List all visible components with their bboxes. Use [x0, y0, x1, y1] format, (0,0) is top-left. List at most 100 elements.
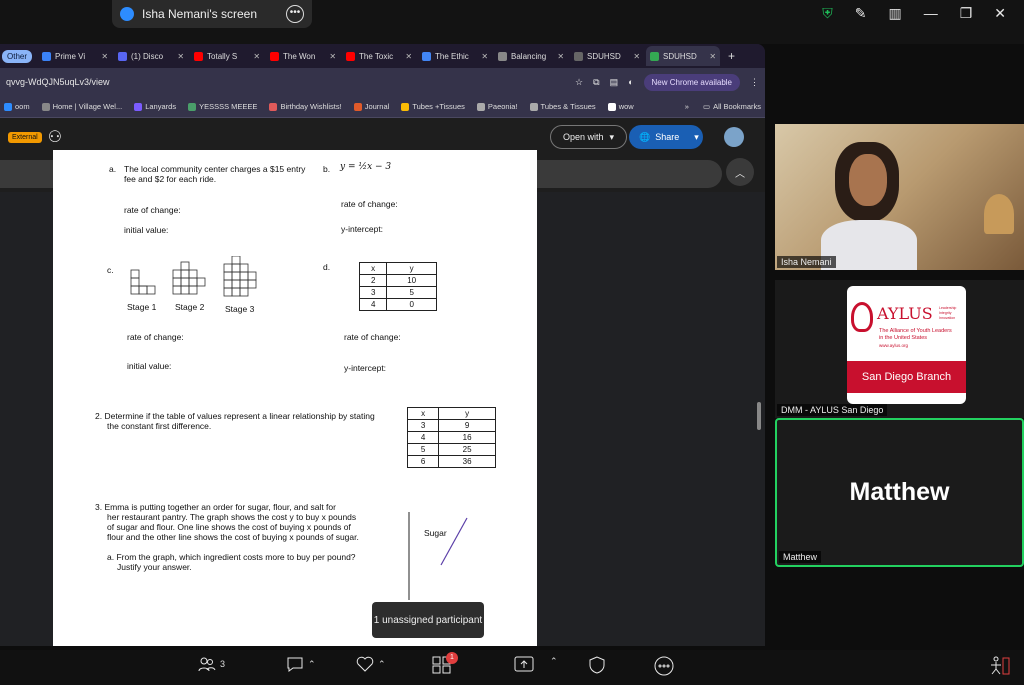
- table-cell: 25: [438, 443, 496, 456]
- participants-button[interactable]: 3: [198, 656, 225, 672]
- tab-close-icon[interactable]: ✕: [557, 52, 564, 61]
- bookmark-item[interactable]: Lanyards: [134, 102, 176, 111]
- bookmark-label: Lanyards: [145, 102, 177, 111]
- restore-icon[interactable]: ❐: [960, 5, 973, 22]
- aylus-logo: AYLUS Leadership Integrity Innovation Th…: [847, 286, 966, 404]
- more-bookmarks-icon[interactable]: »: [685, 102, 689, 111]
- reader-mode-icon[interactable]: ▤: [610, 77, 619, 88]
- tab-label: SDUHSD: [587, 51, 621, 61]
- minimize-icon[interactable]: —: [924, 5, 938, 21]
- tab-close-icon[interactable]: ✕: [329, 52, 336, 61]
- browser-tab[interactable]: Prime Vi ✕: [38, 46, 112, 66]
- tab-close-icon[interactable]: ✕: [177, 52, 184, 61]
- tab-close-icon[interactable]: ✕: [253, 52, 260, 61]
- tab-strip: Other Prime Vi ✕ (1) Disco ✕ Totally S ✕ The W…: [0, 44, 765, 68]
- heart-icon: [356, 656, 374, 672]
- bookmark-item[interactable]: Birthday Wishlists!: [269, 102, 342, 111]
- tab-group-other[interactable]: Other: [2, 49, 33, 63]
- close-icon[interactable]: ✕: [994, 5, 1006, 22]
- screen-share-indicator[interactable]: Isha Nemani's screen •••: [112, 0, 312, 28]
- share-dropdown-icon[interactable]: ▾: [694, 132, 699, 143]
- tab-label: The Toxic: [359, 51, 394, 61]
- share-screen-button[interactable]: [514, 656, 534, 672]
- torch-icon: [851, 302, 873, 332]
- chat-button[interactable]: ⌃: [286, 656, 316, 672]
- reactions-button[interactable]: ⌃: [356, 656, 386, 672]
- tab-favicon-icon: [270, 51, 280, 61]
- extensions-icon[interactable]: ⧉: [593, 77, 599, 88]
- tab-favicon-icon: [118, 51, 128, 61]
- more-options-icon[interactable]: •••: [286, 5, 304, 23]
- host-tools-button[interactable]: [588, 656, 606, 674]
- tab-close-icon[interactable]: ✕: [101, 52, 108, 61]
- viewer-scrollbar[interactable]: [757, 402, 761, 430]
- tab-close-icon[interactable]: ✕: [481, 52, 488, 61]
- bookmark-favicon-icon: [353, 102, 362, 111]
- profile-icon[interactable]: ◐: [628, 77, 633, 87]
- browser-tab[interactable]: The Toxic ✕: [342, 46, 416, 66]
- participant-video-matthew[interactable]: Matthew Matthew: [775, 418, 1024, 567]
- browser-menu-icon[interactable]: ⋮: [750, 77, 759, 88]
- browser-tab[interactable]: (1) Disco ✕: [114, 46, 188, 66]
- all-bookmarks-button[interactable]: ▭ All Bookmarks: [703, 102, 761, 111]
- apps-button[interactable]: 1: [432, 652, 458, 674]
- bookmark-item[interactable]: wow: [607, 102, 634, 111]
- share-caret-button[interactable]: ⌃: [550, 656, 558, 667]
- browser-tab[interactable]: Totally S ✕: [190, 46, 264, 66]
- external-badge: External: [8, 131, 42, 143]
- share-screen-icon: [120, 7, 134, 21]
- chat-caret-icon[interactable]: ⌃: [308, 659, 316, 670]
- reactions-caret-icon[interactable]: ⌃: [378, 659, 386, 670]
- annotate-icon[interactable]: ✎: [855, 5, 867, 22]
- bookmark-item[interactable]: YESSSS MEEEE: [188, 102, 257, 111]
- tab-close-icon[interactable]: ✕: [709, 52, 716, 61]
- participant-video-isha[interactable]: Isha Nemani: [775, 124, 1024, 270]
- share-screen-arrow-icon: [514, 656, 534, 672]
- accessibility-button[interactable]: [988, 656, 1010, 676]
- bookmark-item[interactable]: Home | Village Wel...: [41, 102, 123, 111]
- bookmark-item[interactable]: oom: [4, 102, 30, 111]
- browser-tab[interactable]: Balancing ✕: [494, 46, 568, 66]
- new-tab-button[interactable]: +: [722, 49, 741, 63]
- browser-tab[interactable]: The Ethic ✕: [418, 46, 492, 66]
- chat-icon: [287, 657, 303, 672]
- collapse-up-icon[interactable]: ︿: [726, 158, 754, 186]
- share-button[interactable]: 🌐 Share ▾: [629, 125, 703, 149]
- browser-tab[interactable]: SDUHSD ✕: [646, 46, 721, 66]
- bookmark-favicon-icon: [401, 102, 410, 111]
- security-shield-icon[interactable]: ⛨: [822, 5, 833, 22]
- avatar[interactable]: [724, 127, 744, 147]
- url-field[interactable]: qvvg-WdQJN5uqLv3/view: [6, 77, 565, 87]
- accessibility-icon: [991, 656, 1010, 675]
- y-intercept-b: y-intercept:: [341, 224, 384, 234]
- participant-face: [849, 154, 887, 206]
- tab-favicon-icon: [574, 51, 584, 61]
- participant-name-isha: Isha Nemani: [777, 256, 836, 268]
- tab-favicon-icon: [422, 51, 432, 61]
- bookmark-item[interactable]: Paeonia!: [476, 102, 518, 111]
- table-cell: 9: [438, 419, 496, 432]
- bookmark-label: oom: [15, 102, 30, 111]
- more-button[interactable]: [654, 656, 674, 676]
- table-row: 6 36: [406, 455, 496, 468]
- tab-close-icon[interactable]: ✕: [633, 52, 640, 61]
- new-chrome-button[interactable]: New Chrome available: [643, 73, 740, 91]
- open-with-button[interactable]: Open with ▾: [550, 125, 628, 149]
- browser-tab[interactable]: SDUHSD ✕: [570, 46, 644, 66]
- bookmark-item[interactable]: Tubes & Tissues: [529, 102, 596, 111]
- bookmark-star-icon[interactable]: ☆: [575, 77, 583, 88]
- browser-tab[interactable]: The Won ✕: [266, 46, 340, 66]
- add-people-icon[interactable]: ⚇: [48, 127, 62, 147]
- question-3-text-2: her restaurant pantry. The graph shows t…: [107, 512, 357, 522]
- bookmark-label: YESSSS MEEEE: [199, 102, 258, 111]
- bookmark-label: Home | Village Wel...: [52, 102, 123, 111]
- participant-video-aylus[interactable]: AYLUS Leadership Integrity Innovation Th…: [775, 280, 1024, 418]
- table-row: 2 10: [358, 274, 437, 287]
- view-layout-icon[interactable]: ▥: [888, 5, 901, 22]
- bookmark-item[interactable]: Tubes +Tissues: [401, 102, 465, 111]
- bookmark-label: Paeonia!: [487, 102, 518, 111]
- tab-close-icon[interactable]: ✕: [405, 52, 412, 61]
- bookmark-item[interactable]: Journal: [353, 102, 389, 111]
- rate-of-change-a: rate of change:: [124, 205, 181, 215]
- tab-favicon-icon: [346, 51, 356, 61]
